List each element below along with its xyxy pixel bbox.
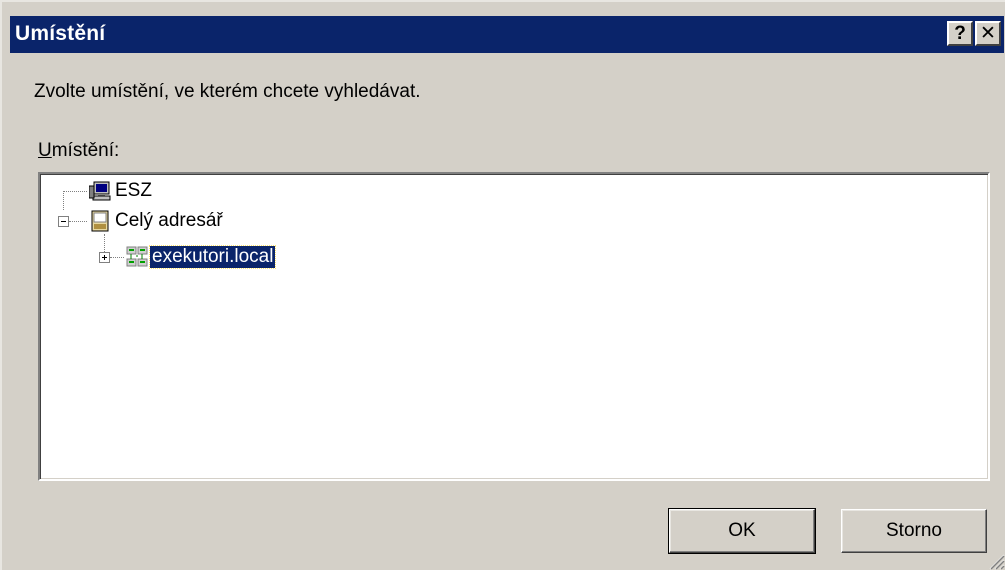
location-label-text: místění:: [51, 140, 120, 161]
tree-line: [63, 191, 64, 210]
location-dialog: Umístění ? ✕ Zvolte umístění, ve kterém …: [0, 0, 1005, 570]
window-title: Umístění: [15, 22, 106, 45]
close-icon: ✕: [980, 23, 996, 44]
tree-line: [63, 191, 87, 192]
expand-toggle[interactable]: [99, 252, 110, 263]
tree-item-label: Celý adresář: [115, 210, 223, 231]
directory-icon: [91, 210, 109, 232]
close-button[interactable]: ✕: [975, 21, 1001, 46]
location-label-accelerator: U: [38, 140, 52, 161]
domain-icon: [126, 246, 148, 267]
tree-item-label: ESZ: [115, 180, 152, 201]
computer-icon: [89, 181, 111, 201]
help-icon: ?: [954, 23, 966, 44]
help-button[interactable]: ?: [947, 21, 973, 46]
collapse-toggle[interactable]: [58, 216, 69, 227]
cancel-button[interactable]: Storno: [841, 509, 987, 553]
tree-line: [110, 257, 124, 258]
resize-grip-icon[interactable]: [987, 552, 1005, 570]
title-bar[interactable]: Umístění ? ✕: [10, 16, 1004, 53]
ok-button[interactable]: OK: [668, 508, 816, 554]
tree-item-label: exekutori.local: [148, 245, 277, 269]
instruction-text: Zvolte umístění, ve kterém chcete vyhled…: [34, 81, 421, 102]
location-tree[interactable]: ESZ Celý adresář exekutori.local: [38, 172, 990, 481]
tree-line: [104, 234, 105, 252]
location-label: Umístění:: [38, 140, 119, 162]
tree-line: [69, 221, 87, 222]
